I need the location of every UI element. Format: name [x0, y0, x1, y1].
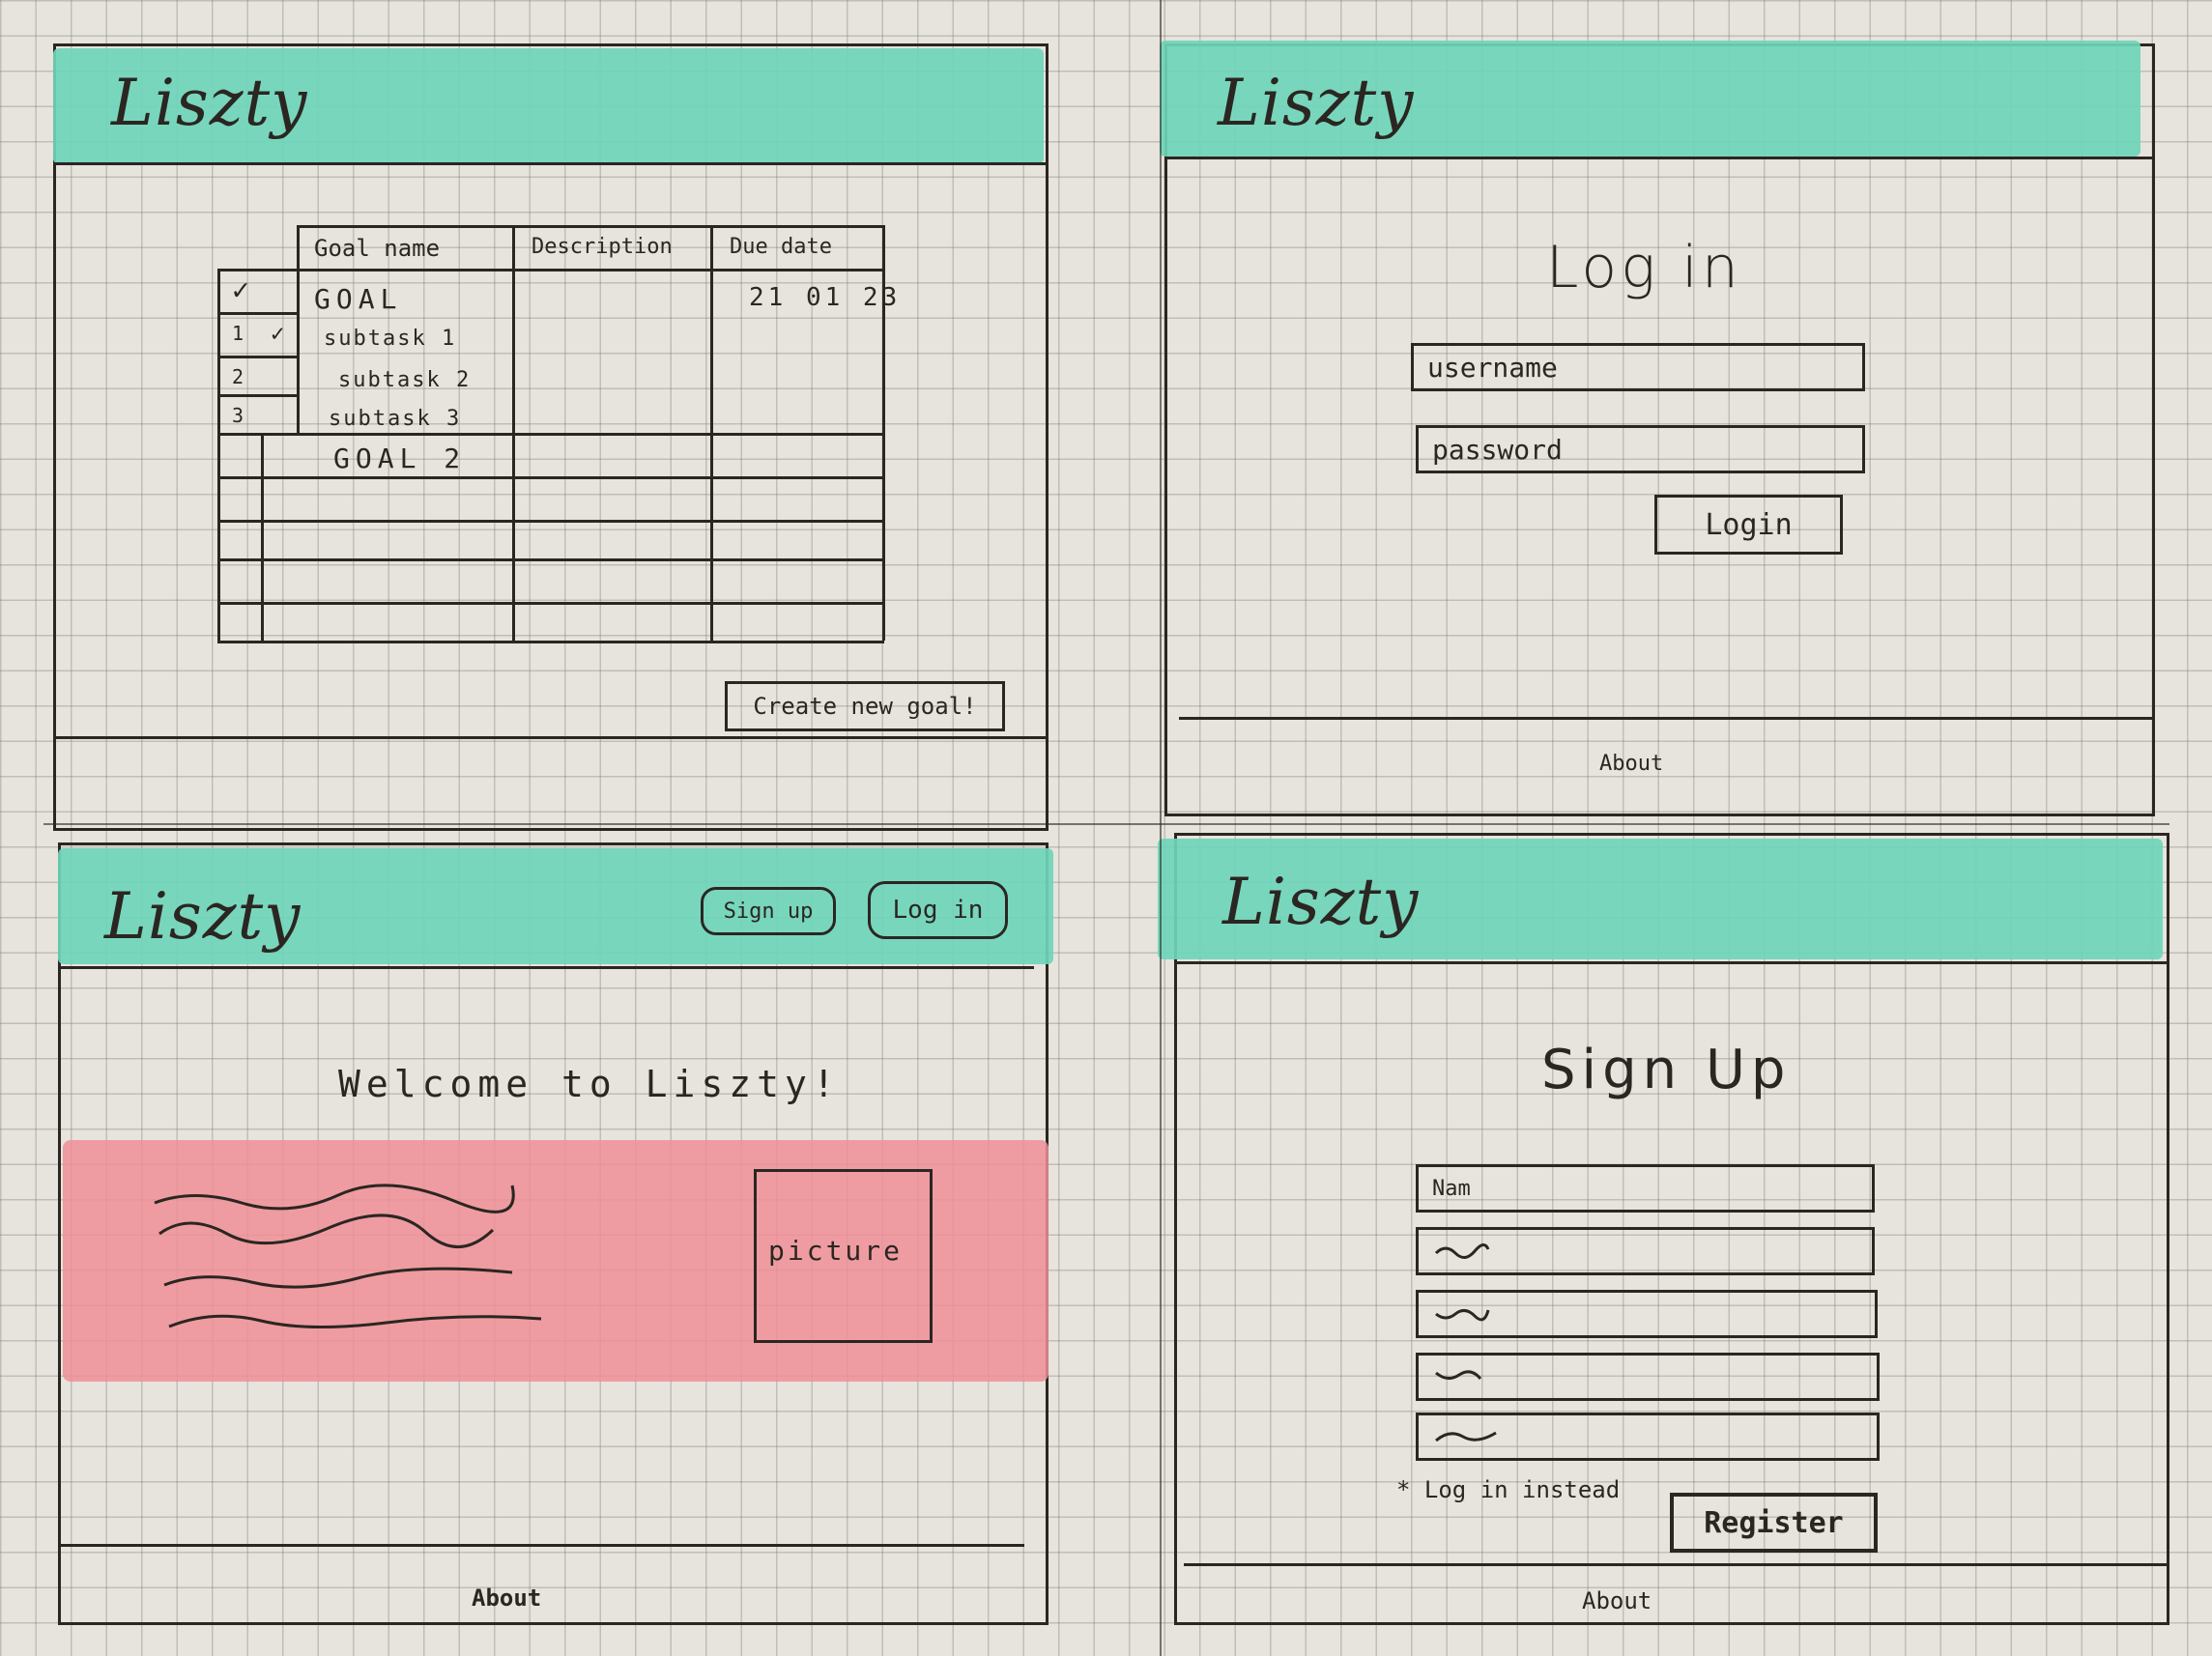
name-placeholder: Nam [1432, 1176, 1471, 1201]
row-number: 3 [232, 404, 244, 427]
row-checkbox[interactable]: ✓ [271, 320, 284, 347]
field-placeholder-squiggle [1435, 1370, 1482, 1381]
login-title: Log in [1546, 234, 1742, 301]
login-submit-button[interactable]: Login [1654, 495, 1843, 555]
login-header-divider [1164, 157, 2155, 159]
username-field[interactable]: username [1411, 343, 1865, 391]
signup-button[interactable]: Sign up [701, 887, 836, 935]
register-button[interactable]: Register [1670, 1493, 1878, 1553]
row-checkbox[interactable]: ✓ [232, 273, 249, 307]
home-header-divider [58, 966, 1034, 969]
goals-header-divider [53, 162, 1049, 165]
home-footer-divider [58, 1544, 1024, 1547]
row-number: 2 [232, 365, 244, 388]
goals-table: Goal name Description Due date ✓ GOAL 2 1… [217, 225, 897, 643]
username-placeholder: username [1427, 351, 1558, 384]
create-new-goal-button[interactable]: Create new goal! [725, 681, 1005, 731]
placeholder-text-lines [154, 1184, 542, 1329]
sheet-middle-divider [43, 823, 2169, 825]
login-about-link[interactable]: About [1599, 752, 1663, 776]
signup-header-divider [1174, 961, 2169, 964]
due-date-cell: 21 01 23 [749, 283, 902, 312]
signup-title: Sign Up [1541, 1039, 1792, 1101]
login-footer-divider [1179, 717, 2155, 720]
row-number: 1 [232, 322, 244, 345]
register-button-label: Register [1704, 1505, 1844, 1540]
login-button[interactable]: Log in [868, 881, 1008, 939]
field-placeholder-squiggle [1434, 1243, 1490, 1259]
password-field[interactable]: password [1416, 425, 1865, 473]
goals-logo[interactable]: Liszty [111, 66, 307, 140]
goal-name-cell: GOAL 2 [333, 443, 467, 474]
home-logo[interactable]: Liszty [104, 879, 301, 954]
sheet-center-divider [1160, 0, 1162, 1656]
column-header-due-date[interactable]: Due date [730, 235, 832, 259]
signup-field-3[interactable] [1416, 1290, 1878, 1338]
signup-button-label: Sign up [723, 899, 814, 924]
signup-field-5[interactable] [1416, 1413, 1880, 1461]
picture-label: picture [768, 1235, 904, 1267]
goals-footer-divider [53, 736, 1049, 739]
welcome-heading: Welcome to Liszty! [338, 1063, 841, 1105]
signup-about-link[interactable]: About [1582, 1587, 1652, 1614]
column-header-description[interactable]: Description [531, 235, 673, 259]
field-placeholder-squiggle [1435, 1431, 1497, 1442]
signup-footer-divider [1184, 1563, 2169, 1566]
signup-field-2[interactable] [1416, 1227, 1875, 1275]
goal-name-cell: GOAL [314, 283, 403, 315]
login-logo[interactable]: Liszty [1218, 66, 1414, 140]
goal-name-cell: subtask 1 [324, 327, 457, 351]
column-header-goal-name[interactable]: Goal name [314, 235, 440, 262]
field-placeholder-squiggle [1435, 1309, 1490, 1322]
login-instead-link[interactable]: * Log in instead [1396, 1476, 1620, 1503]
password-placeholder: password [1432, 433, 1563, 466]
home-about-link[interactable]: About [472, 1585, 541, 1612]
login-button-label: Log in [892, 896, 984, 925]
goal-name-cell: subtask 2 [338, 368, 472, 392]
goal-name-cell: subtask 3 [329, 407, 462, 431]
signup-field-4[interactable] [1416, 1353, 1880, 1401]
login-submit-label: Login [1705, 507, 1793, 542]
create-new-goal-label: Create new goal! [753, 693, 977, 720]
picture-placeholder: picture [754, 1169, 933, 1343]
name-field[interactable]: Nam [1416, 1164, 1875, 1213]
signup-logo[interactable]: Liszty [1222, 865, 1419, 939]
